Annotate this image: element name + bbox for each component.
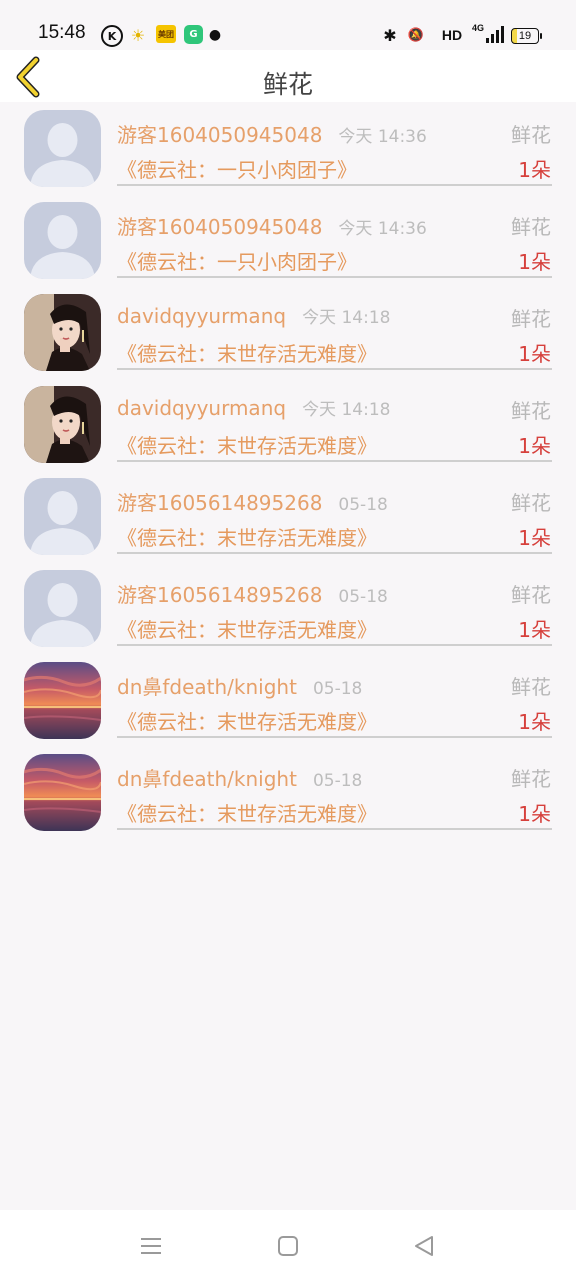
network-type: 4G bbox=[472, 23, 485, 33]
gift-type: 鲜花 bbox=[511, 583, 551, 607]
default-avatar-icon bbox=[24, 110, 101, 187]
user-name[interactable]: 游客1604050945048 bbox=[117, 123, 322, 147]
menu-button[interactable] bbox=[136, 1232, 166, 1260]
dot-icon: ● bbox=[208, 27, 222, 43]
page-title: 鲜花 bbox=[262, 70, 313, 99]
app-icon: G bbox=[184, 25, 203, 44]
list-item[interactable]: 游客1604050945048 今天 14:36 鲜花 《德云社：一只小肉团子》 … bbox=[0, 102, 576, 194]
timestamp: 05-18 bbox=[312, 679, 363, 699]
user-name[interactable]: 游客1604050945048 bbox=[117, 215, 322, 239]
gift-type: 鲜花 bbox=[511, 491, 551, 515]
divider bbox=[117, 276, 552, 278]
book-title[interactable]: 《德云社：一只小肉团子》 bbox=[117, 154, 357, 183]
avatar[interactable] bbox=[24, 754, 101, 831]
default-avatar-icon bbox=[24, 478, 101, 555]
navigation-bar bbox=[0, 1210, 576, 1280]
avatar[interactable] bbox=[24, 294, 101, 371]
list-item[interactable]: davidqyyurmanq 今天 14:18 鲜花 《德云社：末世存活无难度》 … bbox=[0, 286, 576, 378]
sunset-photo-icon bbox=[24, 662, 101, 739]
timestamp: 05-18 bbox=[338, 495, 388, 515]
gift-type: 鲜花 bbox=[511, 215, 551, 239]
battery-icon: 19 bbox=[511, 28, 542, 44]
back-triangle-icon bbox=[415, 1236, 433, 1256]
status-time: 15:48 bbox=[38, 22, 86, 43]
gift-count: 1朵 bbox=[518, 434, 551, 458]
user-name[interactable]: davidqyyurmanq bbox=[117, 304, 286, 328]
divider bbox=[117, 736, 552, 738]
gift-type: 鲜花 bbox=[511, 675, 551, 699]
home-button[interactable] bbox=[273, 1232, 303, 1260]
user-name[interactable]: 游客1605614895268 bbox=[117, 491, 322, 515]
user-name[interactable]: 游客1605614895268 bbox=[117, 583, 322, 607]
gift-type: 鲜花 bbox=[511, 767, 551, 791]
book-title[interactable]: 《德云社：一只小肉团子》 bbox=[117, 246, 357, 275]
divider bbox=[117, 644, 552, 646]
gift-count: 1朵 bbox=[518, 710, 551, 734]
timestamp: 05-18 bbox=[312, 771, 363, 791]
default-avatar-icon bbox=[24, 202, 101, 279]
gift-count: 1朵 bbox=[518, 342, 551, 366]
gift-type: 鲜花 bbox=[511, 307, 551, 331]
list-item[interactable]: davidqyyurmanq 今天 14:18 鲜花 《德云社：末世存活无难度》 … bbox=[0, 378, 576, 470]
home-icon bbox=[278, 1236, 298, 1256]
weather-icon: ☀ bbox=[130, 25, 146, 45]
list-item[interactable]: dn鼻fdeath/knight 05-18 鲜花 《德云社：末世存活无难度》 1… bbox=[0, 746, 576, 838]
list-item[interactable]: 游客1604050945048 今天 14:36 鲜花 《德云社：一只小肉团子》 … bbox=[0, 194, 576, 286]
battery-level: 19 bbox=[518, 30, 532, 42]
divider bbox=[117, 368, 552, 370]
system-back-button[interactable] bbox=[409, 1232, 439, 1260]
list-item[interactable]: dn鼻fdeath/knight 05-18 鲜花 《德云社：末世存活无难度》 1… bbox=[0, 654, 576, 746]
gift-count: 1朵 bbox=[518, 158, 551, 182]
list-item[interactable]: 游客1605614895268 05-18 鲜花 《德云社：末世存活无难度》 1朵 bbox=[0, 470, 576, 562]
list-item[interactable]: 游客1605614895268 05-18 鲜花 《德云社：末世存活无难度》 1朵 bbox=[0, 562, 576, 654]
user-name[interactable]: dn鼻fdeath/knight bbox=[117, 767, 297, 791]
meituan-app-icon: 美团 bbox=[156, 25, 176, 43]
divider bbox=[117, 552, 552, 554]
divider bbox=[117, 460, 552, 462]
avatar[interactable] bbox=[24, 570, 101, 647]
book-title[interactable]: 《德云社：末世存活无难度》 bbox=[117, 430, 377, 459]
menu-icon bbox=[141, 1238, 161, 1254]
avatar[interactable] bbox=[24, 202, 101, 279]
status-bar: 15:48 K ☀ 美团 G ● ✱ 🔕 HD 4G 19 bbox=[0, 0, 576, 50]
timestamp: 今天 14:36 bbox=[338, 219, 427, 239]
timestamp: 05-18 bbox=[338, 587, 388, 607]
timestamp: 今天 14:36 bbox=[338, 127, 427, 147]
signal-icon: 4G bbox=[472, 23, 504, 45]
timestamp: 今天 14:18 bbox=[302, 400, 391, 420]
avatar[interactable] bbox=[24, 478, 101, 555]
gift-count: 1朵 bbox=[518, 250, 551, 274]
gift-list: 游客1604050945048 今天 14:36 鲜花 《德云社：一只小肉团子》 … bbox=[0, 102, 576, 838]
gift-count: 1朵 bbox=[518, 618, 551, 642]
timestamp: 今天 14:18 bbox=[302, 308, 391, 328]
book-title[interactable]: 《德云社：末世存活无难度》 bbox=[117, 614, 377, 643]
gift-type: 鲜花 bbox=[511, 123, 551, 147]
gift-type: 鲜花 bbox=[511, 399, 551, 423]
default-avatar-icon bbox=[24, 570, 101, 647]
divider bbox=[117, 828, 552, 830]
avatar[interactable] bbox=[24, 386, 101, 463]
header: 鲜花 bbox=[0, 50, 576, 102]
book-title[interactable]: 《德云社：末世存活无难度》 bbox=[117, 798, 377, 827]
divider bbox=[117, 184, 552, 186]
user-name[interactable]: davidqyyurmanq bbox=[117, 396, 286, 420]
user-name[interactable]: dn鼻fdeath/knight bbox=[117, 675, 297, 699]
k-icon: K bbox=[101, 25, 123, 47]
mute-icon: 🔕 bbox=[407, 27, 425, 43]
hd-icon: HD bbox=[441, 27, 463, 43]
bluetooth-icon: ✱ bbox=[383, 25, 397, 45]
gift-count: 1朵 bbox=[518, 526, 551, 550]
book-title[interactable]: 《德云社：末世存活无难度》 bbox=[117, 706, 377, 735]
book-title[interactable]: 《德云社：末世存活无难度》 bbox=[117, 338, 377, 367]
sunset-photo-icon bbox=[24, 754, 101, 831]
book-title[interactable]: 《德云社：末世存活无难度》 bbox=[117, 522, 377, 551]
avatar[interactable] bbox=[24, 662, 101, 739]
user-photo-icon bbox=[24, 386, 101, 463]
user-photo-icon bbox=[24, 294, 101, 371]
gift-count: 1朵 bbox=[518, 802, 551, 826]
avatar[interactable] bbox=[24, 110, 101, 187]
